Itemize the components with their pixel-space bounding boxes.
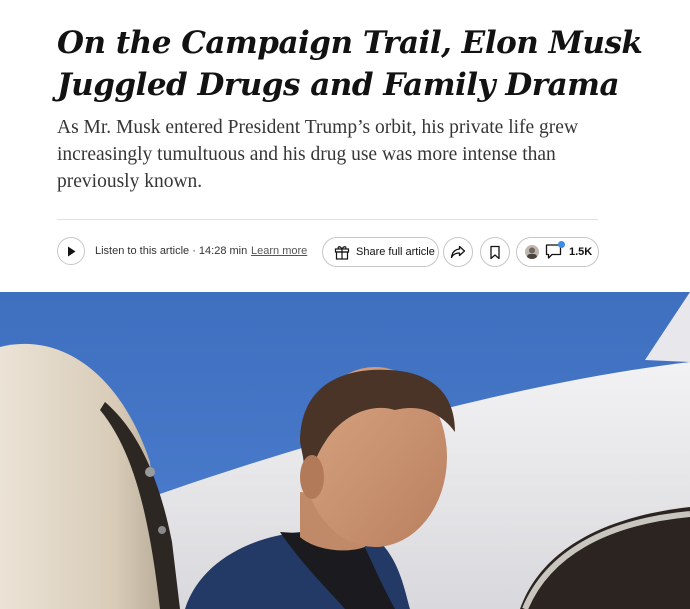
article-summary: As Mr. Musk entered President Trump’s or… [57,117,579,192]
play-icon [68,246,76,256]
save-button[interactable] [480,237,510,267]
listen-label: Listen to this article · 14:28 min [95,245,248,257]
learn-more-link[interactable]: Learn more [251,245,307,257]
comments-button[interactable]: 1.5K [516,237,599,267]
article-headline: On the Campaign Trail, Elon Musk Juggled… [57,25,643,103]
notification-dot [558,241,565,248]
gift-icon [334,246,350,260]
article-toolbar: Listen to this article · 14:28 min Learn… [57,236,602,270]
play-button[interactable] [57,237,85,265]
share-full-article-button[interactable]: Share full article [322,237,439,267]
avatar [525,245,539,259]
share-full-label: Share full article [356,246,435,258]
bookmark-icon [490,245,500,259]
comment-count: 1.5K [569,246,593,258]
share-arrow-icon [450,245,466,259]
share-button[interactable] [443,237,473,267]
divider [57,219,598,220]
article-hero-image [0,292,690,609]
